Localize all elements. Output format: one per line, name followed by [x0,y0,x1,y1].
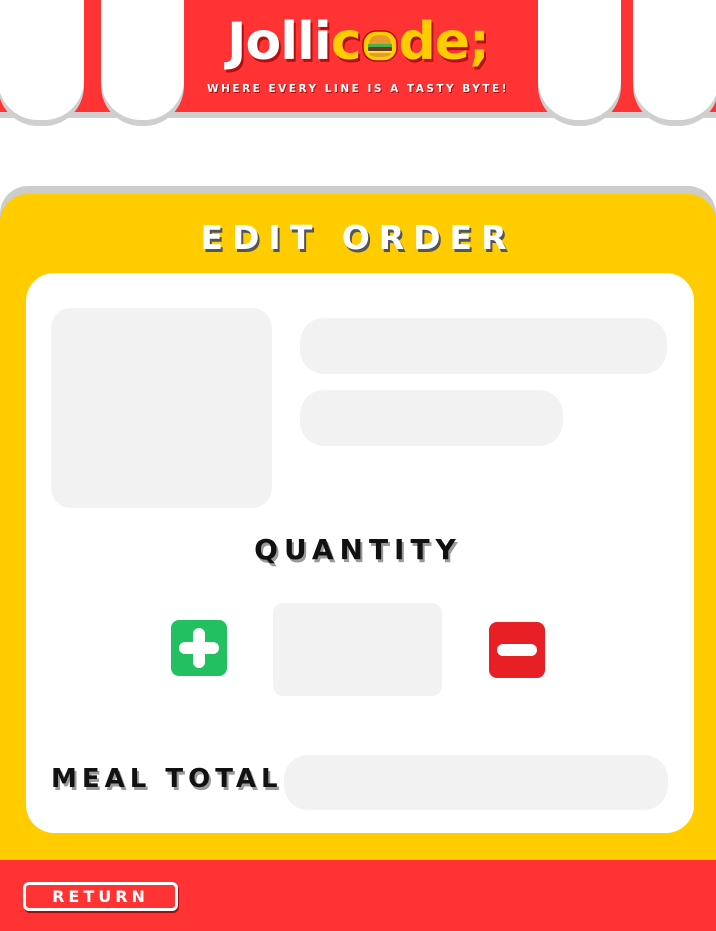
quantity-input[interactable] [273,603,442,696]
item-image-placeholder [51,308,272,508]
meal-total-label: MEAL TOTAL [51,764,283,794]
meal-total-value [284,755,668,810]
burger-icon [361,16,398,62]
item-price-placeholder [300,390,563,446]
increase-quantity-button[interactable] [171,620,227,676]
page-title: EDIT ORDER [200,218,516,257]
return-button[interactable]: RETURN [23,882,178,911]
logo-text-start: Jolli [227,12,332,72]
logo-text-c: c [330,12,362,72]
app-logo: Jollic de; [0,12,716,72]
tagline: WHERE EVERY LINE IS A TASTY BYTE! [207,83,509,95]
awning-shadow [0,112,716,118]
item-name-placeholder [300,318,667,374]
decrease-quantity-button[interactable] [489,622,545,678]
quantity-label: QUANTITY [254,533,462,566]
plus-icon [179,628,219,668]
logo-text-end: de; [398,12,490,72]
minus-icon [497,644,537,656]
